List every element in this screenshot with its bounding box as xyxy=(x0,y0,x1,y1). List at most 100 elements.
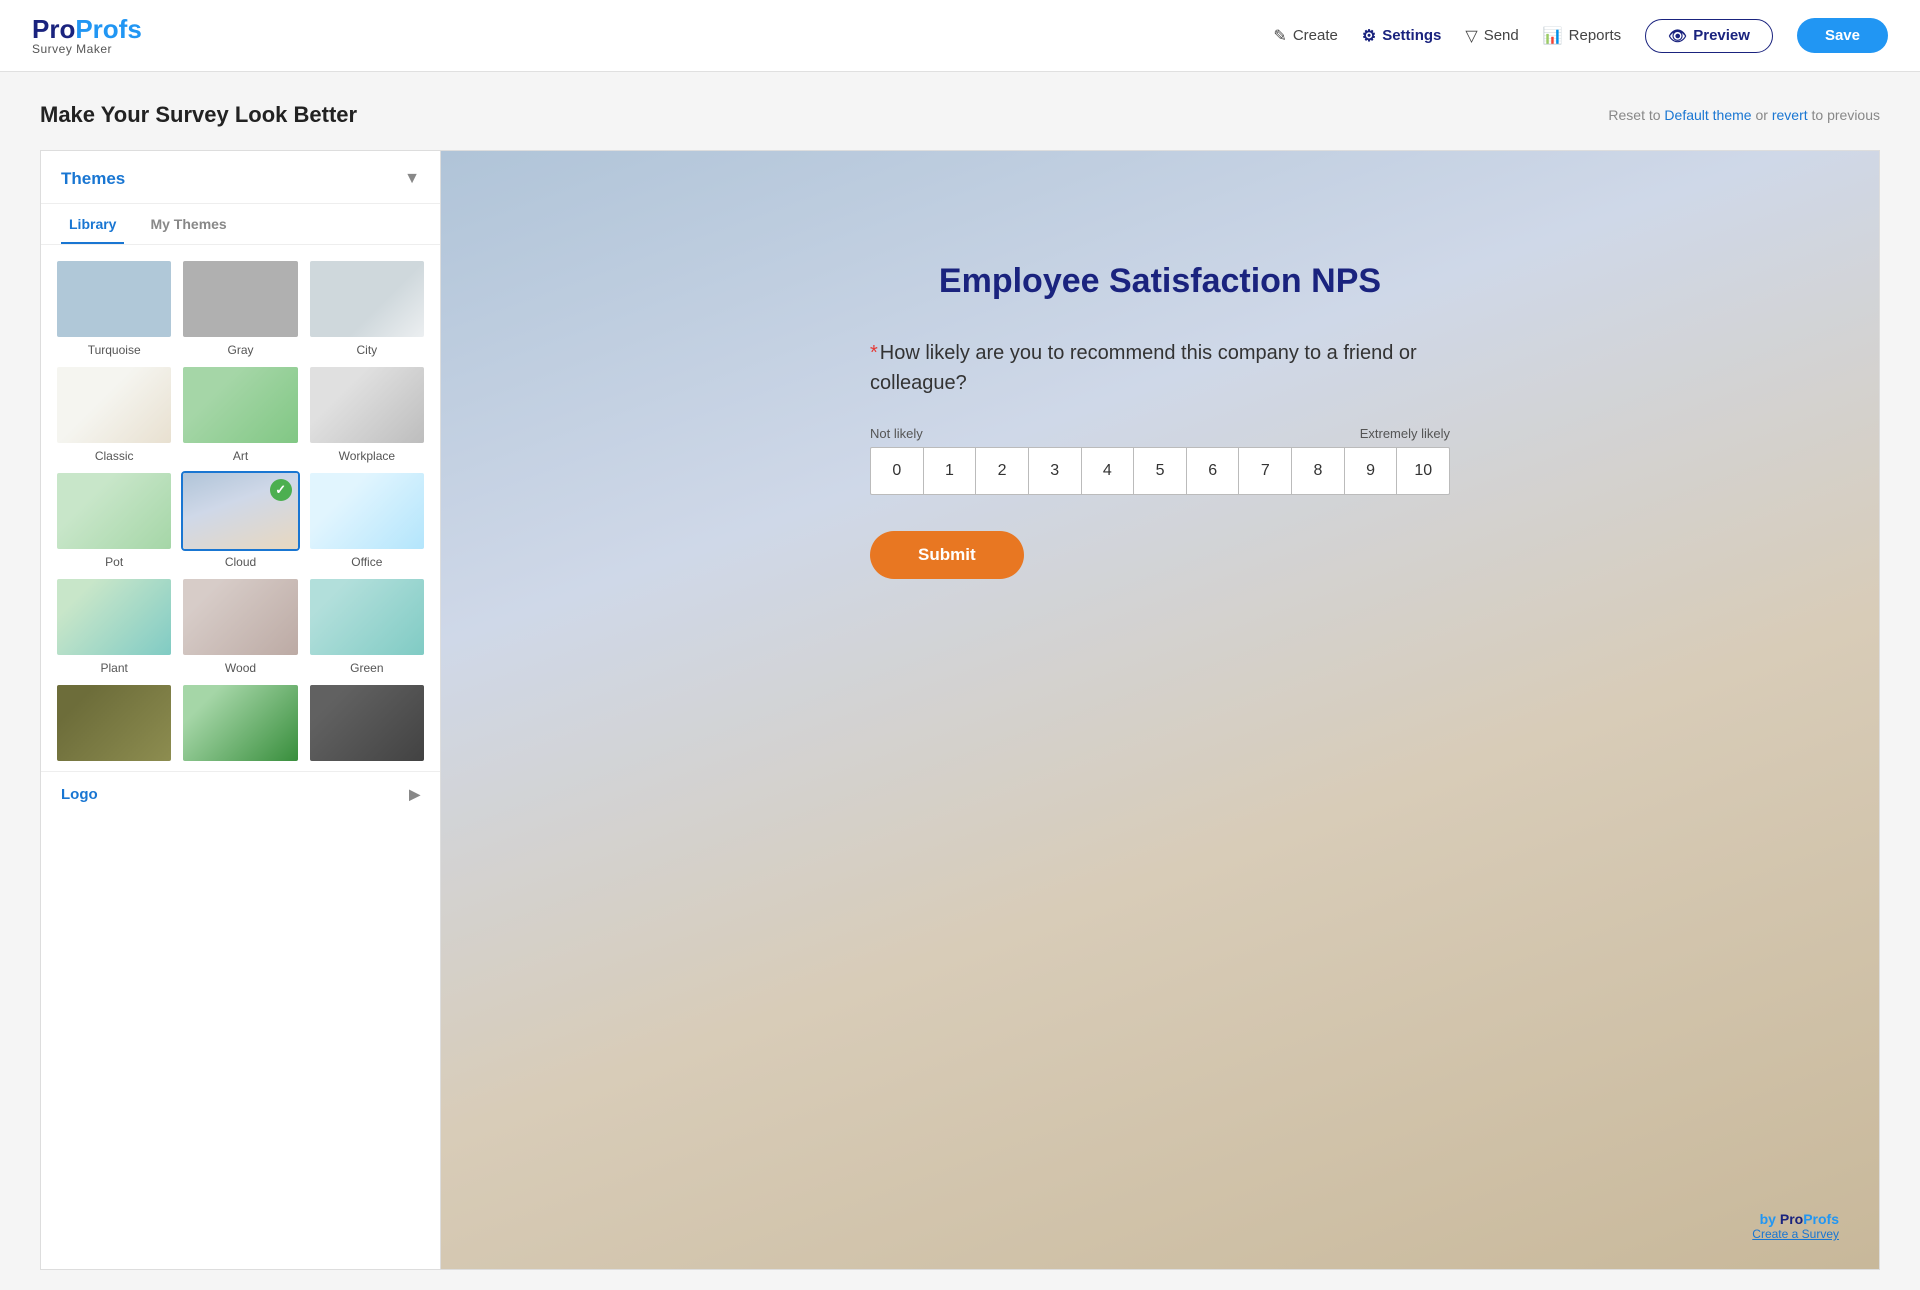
theme-thumb-gray xyxy=(181,259,299,339)
scale-cell-4[interactable]: 4 xyxy=(1082,448,1135,494)
theme-thumb-wood xyxy=(181,577,299,657)
logo-section-header[interactable]: Logo ▶ xyxy=(61,786,420,803)
theme-thumb-inner-green xyxy=(310,579,424,655)
theme-item-turquoise[interactable]: Turquoise xyxy=(55,259,173,357)
scale-cell-3[interactable]: 3 xyxy=(1029,448,1082,494)
theme-thumb-olive xyxy=(55,683,173,763)
logo-section-title: Logo xyxy=(61,786,98,803)
nav-actions: ✎ Create ⚙ Settings ▽ Send 📊 Reports 👁 P… xyxy=(1273,18,1888,53)
theme-label-pot: Pot xyxy=(105,555,123,569)
settings-icon: ⚙ xyxy=(1362,26,1376,46)
scale-cell-8[interactable]: 8 xyxy=(1292,448,1345,494)
powered-by: by ProProfs Create a Survey xyxy=(1752,1211,1839,1241)
theme-thumb-green xyxy=(308,577,426,657)
logo-subtitle: Survey Maker xyxy=(32,43,142,56)
theme-item-leaf[interactable] xyxy=(181,683,299,763)
theme-item-office[interactable]: Office xyxy=(308,471,426,569)
theme-item-olive[interactable] xyxy=(55,683,173,763)
theme-thumb-cloud: ✓ xyxy=(181,471,299,551)
page-header: Make Your Survey Look Better Reset to De… xyxy=(40,102,1880,128)
theme-thumb-turquoise xyxy=(55,259,173,339)
theme-thumb-inner-art xyxy=(183,367,297,443)
sidebar-title: Themes xyxy=(61,169,125,189)
theme-thumb-office xyxy=(308,471,426,551)
theme-label-green: Green xyxy=(350,661,383,675)
theme-thumb-inner-leaf xyxy=(183,685,297,761)
theme-item-art[interactable]: Art xyxy=(181,365,299,463)
scale-row: 012345678910 xyxy=(870,447,1450,495)
theme-thumb-inner-olive xyxy=(57,685,171,761)
scale-end-label: Extremely likely xyxy=(1360,426,1450,441)
tab-library[interactable]: Library xyxy=(61,204,124,244)
scale-cell-1[interactable]: 1 xyxy=(924,448,977,494)
theme-label-workplace: Workplace xyxy=(339,449,395,463)
theme-thumb-inner-gray xyxy=(183,261,297,337)
nav-send[interactable]: ▽ Send xyxy=(1465,26,1518,46)
survey-question: *How likely are you to recommend this co… xyxy=(870,338,1450,398)
theme-item-classic[interactable]: Classic xyxy=(55,365,173,463)
save-button[interactable]: Save xyxy=(1797,18,1888,53)
theme-item-cloud[interactable]: ✓Cloud xyxy=(181,471,299,569)
scale-labels: Not likely Extremely likely xyxy=(870,426,1450,441)
tab-my-themes[interactable]: My Themes xyxy=(142,204,234,244)
logo-section-arrow-icon: ▶ xyxy=(409,786,420,803)
theme-thumb-inner-wood xyxy=(183,579,297,655)
scale-cell-10[interactable]: 10 xyxy=(1397,448,1449,494)
theme-thumb-darkgray xyxy=(308,683,426,763)
theme-thumb-pot xyxy=(55,471,173,551)
theme-thumb-workplace xyxy=(308,365,426,445)
theme-item-green[interactable]: Green xyxy=(308,577,426,675)
theme-item-pot[interactable]: Pot xyxy=(55,471,173,569)
preview-area: Employee Satisfaction NPS *How likely ar… xyxy=(440,150,1880,1270)
theme-item-darkgray[interactable] xyxy=(308,683,426,763)
scale-cell-6[interactable]: 6 xyxy=(1187,448,1240,494)
sidebar-arrow-icon[interactable]: ▼ xyxy=(404,170,420,188)
theme-item-city[interactable]: City xyxy=(308,259,426,357)
sidebar: Themes ▼ Library My Themes Turquoise Gray… xyxy=(40,150,440,1270)
revert-link[interactable]: revert xyxy=(1772,107,1808,123)
theme-label-gray: Gray xyxy=(227,343,253,357)
theme-label-classic: Classic xyxy=(95,449,134,463)
logo: ProProfs Survey Maker xyxy=(32,15,142,57)
theme-item-gray[interactable]: Gray xyxy=(181,259,299,357)
header: ProProfs Survey Maker ✎ Create ⚙ Setting… xyxy=(0,0,1920,72)
eye-icon: 👁 xyxy=(1668,27,1687,45)
scale-cell-9[interactable]: 9 xyxy=(1345,448,1398,494)
scale-cell-7[interactable]: 7 xyxy=(1239,448,1292,494)
nav-send-label: Send xyxy=(1484,27,1519,44)
theme-thumb-inner-plant xyxy=(57,579,171,655)
scale-cell-2[interactable]: 2 xyxy=(976,448,1029,494)
submit-button[interactable]: Submit xyxy=(870,531,1024,579)
theme-label-wood: Wood xyxy=(225,661,256,675)
theme-thumb-inner-classic xyxy=(57,367,171,443)
theme-label-plant: Plant xyxy=(100,661,127,675)
theme-thumb-inner-workplace xyxy=(310,367,424,443)
theme-thumb-inner-city xyxy=(310,261,424,337)
main-layout: Themes ▼ Library My Themes Turquoise Gray… xyxy=(40,150,1880,1270)
theme-thumb-art xyxy=(181,365,299,445)
theme-item-workplace[interactable]: Workplace xyxy=(308,365,426,463)
theme-thumb-plant xyxy=(55,577,173,657)
scale-cell-5[interactable]: 5 xyxy=(1134,448,1187,494)
nav-settings[interactable]: ⚙ Settings xyxy=(1362,26,1442,46)
logo-section: Logo ▶ xyxy=(41,771,440,811)
scale-cell-0[interactable]: 0 xyxy=(871,448,924,494)
page-title: Make Your Survey Look Better xyxy=(40,102,357,128)
survey-card: Employee Satisfaction NPS *How likely ar… xyxy=(810,211,1510,629)
theme-item-wood[interactable]: Wood xyxy=(181,577,299,675)
logo-text: ProProfs xyxy=(32,15,142,44)
scale-start-label: Not likely xyxy=(870,426,923,441)
preview-button[interactable]: 👁 Preview xyxy=(1645,19,1773,53)
nav-reports[interactable]: 📊 Reports xyxy=(1543,26,1621,46)
theme-thumb-leaf xyxy=(181,683,299,763)
theme-label-office: Office xyxy=(351,555,382,569)
create-survey-link[interactable]: Create a Survey xyxy=(1752,1227,1839,1241)
sidebar-header: Themes ▼ xyxy=(41,151,440,204)
theme-item-plant[interactable]: Plant xyxy=(55,577,173,675)
sidebar-tabs: Library My Themes xyxy=(41,204,440,245)
theme-thumb-city xyxy=(308,259,426,339)
default-theme-link[interactable]: Default theme xyxy=(1664,107,1751,123)
theme-thumb-inner-turquoise xyxy=(57,261,171,337)
survey-title: Employee Satisfaction NPS xyxy=(870,261,1450,302)
nav-create[interactable]: ✎ Create xyxy=(1273,26,1337,46)
